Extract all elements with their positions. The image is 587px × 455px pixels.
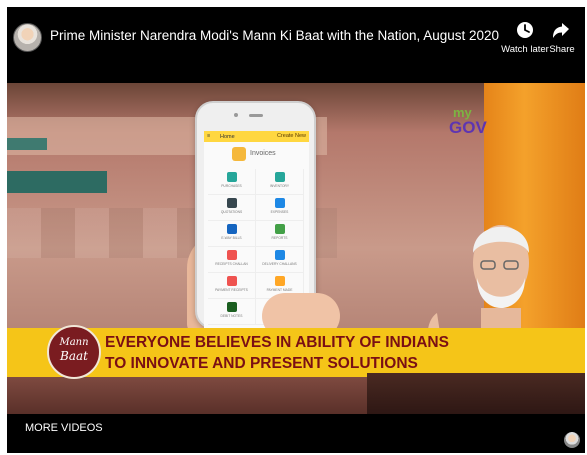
share-label: Share xyxy=(549,44,575,55)
app-menu-item: DELIVERY CHALLANS xyxy=(256,247,304,273)
app-menu-item-label: DEBIT NOTES xyxy=(220,314,243,318)
app-menu-item-icon xyxy=(274,198,285,208)
app-menu-item: DEBIT NOTES xyxy=(208,299,256,325)
app-menu-item-icon xyxy=(274,250,285,260)
channel-watermark[interactable] xyxy=(564,432,580,448)
banner-text-line-2: TO INNOVATE AND PRESENT SOLUTIONS xyxy=(105,355,418,372)
app-section-header: Invoices xyxy=(204,142,309,166)
phone-speaker xyxy=(249,114,263,117)
app-menu-item-icon xyxy=(226,198,237,208)
app-menu-item-icon xyxy=(226,172,237,182)
app-section-title: Invoices xyxy=(250,150,276,157)
app-menu-item: E-WAY BILLS xyxy=(208,221,256,247)
menu-icon: ≡ xyxy=(207,133,211,139)
app-menu-item-label: PAYMENT RECEIPTS xyxy=(215,288,248,292)
app-menu-item: PAYMENT RECEIPTS xyxy=(208,273,256,299)
app-menu-item-label: E-WAY BILLS xyxy=(221,236,242,240)
app-menu-item-icon xyxy=(274,276,285,286)
desk xyxy=(367,373,585,414)
share-button[interactable]: Share xyxy=(540,21,584,55)
share-arrow-icon xyxy=(553,23,569,38)
app-menu-item-icon xyxy=(226,302,237,312)
logo-line-1: Mann xyxy=(59,337,89,348)
app-menu-item-label: DELIVERY CHALLANS xyxy=(262,262,297,266)
app-menu-item-label: PAYMENT MADE xyxy=(266,288,293,292)
app-menu-item: INVENTORY xyxy=(256,169,304,195)
app-menu-item: REPORTS xyxy=(256,221,304,247)
app-menu-item-label: PURCHASES xyxy=(221,184,242,188)
svg-text:GOV: GOV xyxy=(449,118,487,137)
video-frame[interactable]: my GOV ≡ Home Create New Invoices PURCHA… xyxy=(7,83,585,414)
app-menu-item: PURCHASES xyxy=(208,169,256,195)
mygov-logo: my GOV xyxy=(449,105,487,137)
video-title[interactable]: Prime Minister Narendra Modi's Mann Ki B… xyxy=(50,28,499,43)
app-menu-item-icon xyxy=(226,250,237,260)
top-bar: Prime Minister Narendra Modi's Mann Ki B… xyxy=(7,7,585,83)
app-menu-item-label: RECEIPTS CHALLAN xyxy=(215,262,248,266)
app-menu-item-label: EXPENSES xyxy=(270,210,289,214)
phone-camera xyxy=(234,113,238,117)
app-create-label: Create New xyxy=(276,133,306,139)
app-home-label: Home xyxy=(220,134,235,140)
logo-line-2: Baat xyxy=(60,349,88,363)
video-player[interactable]: Prime Minister Narendra Modi's Mann Ki B… xyxy=(7,7,585,453)
app-menu-item: RECEIPTS CHALLAN xyxy=(208,247,256,273)
app-menu-item-icon xyxy=(274,224,285,234)
more-videos-button[interactable]: MORE VIDEOS xyxy=(25,422,103,434)
embed-frame: Prime Minister Narendra Modi's Mann Ki B… xyxy=(0,0,587,455)
app-menu-item: EXPENSES xyxy=(256,195,304,221)
wall-accent xyxy=(7,138,47,150)
mann-ki-baat-logo: Mann Baat xyxy=(47,325,101,379)
invoice-icon xyxy=(232,147,246,161)
wall-accent xyxy=(7,171,107,193)
app-menu-item-icon xyxy=(274,172,285,182)
app-menu-item-label: INVENTORY xyxy=(269,184,290,188)
app-menu-item-label: QUOTATIONS xyxy=(220,210,243,214)
app-menu-item-icon xyxy=(226,224,237,234)
app-menu-item-label: REPORTS xyxy=(271,236,288,240)
channel-avatar[interactable] xyxy=(13,23,42,52)
banner-text-line-1: EVERYONE BELIEVES IN ABILITY OF INDIANS xyxy=(105,334,449,351)
app-header: ≡ Home Create New xyxy=(204,131,309,142)
app-menu-item: QUOTATIONS xyxy=(208,195,256,221)
app-menu-item-icon xyxy=(226,276,237,286)
